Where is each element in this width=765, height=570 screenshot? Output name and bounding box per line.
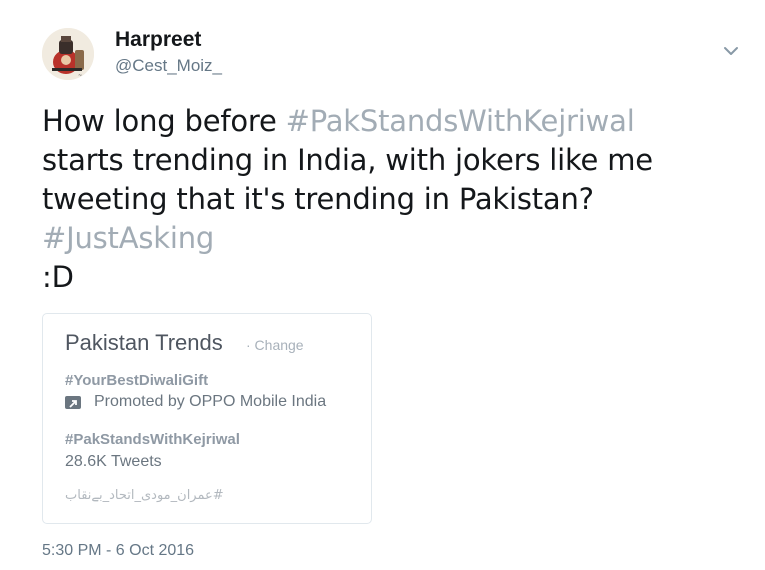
trends-change-link: · Change [246,337,304,353]
trend-meta: 28.6K Tweets [65,453,162,470]
trend-meta: Promoted by OPPO Mobile India [94,393,327,410]
tweet-text-line-3: tweeting that it's trending in Pakistan? [42,182,594,216]
tweet-menu-button[interactable] [718,40,744,62]
tweet-text-line-2: starts trending in India, with jokers li… [42,143,653,177]
tweet-timestamp[interactable]: 5:30 PM - 6 Oct 2016 [42,542,194,560]
promoted-icon [65,396,81,409]
hashtag-link[interactable]: #PakStandsWithKejriwal [286,104,635,138]
trend-tag: #PakStandsWithKejriwal [65,431,240,448]
embedded-image-card[interactable]: Pakistan Trends · Change #YourBestDiwali… [42,313,372,524]
chevron-down-icon [724,47,738,55]
trends-title: Pakistan Trends [65,330,223,355]
tweet-text: How long before #PakStandsWithKejriwal s… [42,102,742,297]
avatar[interactable]: ~ [42,28,94,80]
hashtag-link[interactable]: #JustAsking [42,221,214,255]
svg-text:~: ~ [78,73,82,79]
tweet-text-line-4: #JustAsking [42,219,742,258]
tweet-text-segment: How long before [42,104,286,138]
trend-tag: #YourBestDiwaliGift [65,372,209,389]
tweet-text-line-5: :D [42,260,74,294]
tweet: ~ Harpreet @Cest_Moiz_ How long before #… [0,0,765,570]
avatar-illustration-icon: ~ [42,28,94,80]
author-display-name[interactable]: Harpreet [115,27,201,53]
trend-tag: #عمران_مودی_اتحاد_بےنقاب [65,488,224,503]
tweet-text-line-1: How long before #PakStandsWithKejriwal [42,102,742,141]
author-handle[interactable]: @Cest_Moiz_ [115,55,222,77]
